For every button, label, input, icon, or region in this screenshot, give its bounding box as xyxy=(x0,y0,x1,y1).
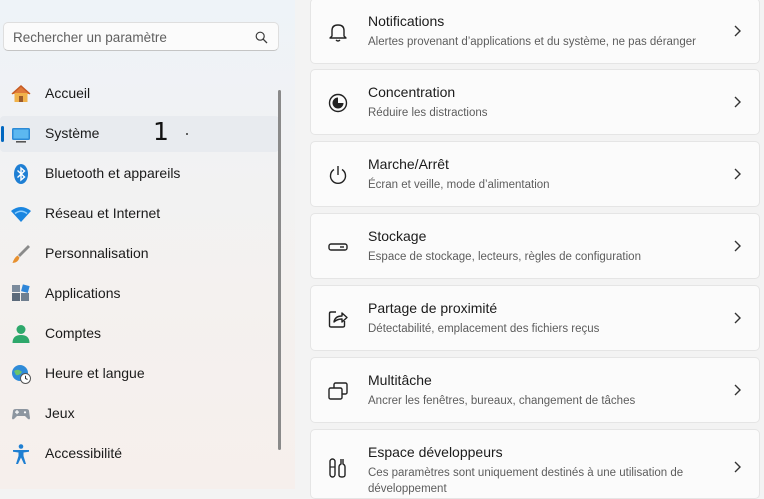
sidebar-item-label: Réseau et Internet xyxy=(45,205,161,221)
sidebar-item-personnalisation[interactable]: Personnalisation xyxy=(0,236,279,272)
card-subtitle: Espace de stockage, lecteurs, règles de … xyxy=(368,251,641,263)
brush-icon xyxy=(12,245,30,263)
sidebar: Rechercher un paramètre Accueil Système … xyxy=(0,0,295,489)
sidebar-item-label: Personnalisation xyxy=(45,245,149,261)
chevron-right-icon[interactable] xyxy=(732,239,742,253)
chevron-right-icon[interactable] xyxy=(732,95,742,109)
sidebar-item-heure-langue[interactable]: Heure et langue xyxy=(0,356,279,392)
card-subtitle: Ancrer les fenêtres, bureaux, changement… xyxy=(368,395,636,407)
chevron-right-icon[interactable] xyxy=(732,24,742,38)
power-icon xyxy=(329,166,347,184)
accessibility-icon xyxy=(13,444,29,464)
gamepad-icon xyxy=(12,409,30,420)
sidebar-item-applications[interactable]: Applications xyxy=(0,276,279,312)
sidebar-item-label: Accueil xyxy=(45,85,91,101)
multitask-icon xyxy=(328,382,348,400)
sidebar-item-systeme[interactable]: Système xyxy=(0,116,279,152)
annotation-marker-1: 1 xyxy=(153,117,169,146)
focus-icon xyxy=(328,93,348,113)
card-subtitle: Alertes provenant d’applications et du s… xyxy=(368,36,696,48)
bell-icon xyxy=(329,24,347,42)
card-title: Marche/Arrêt xyxy=(368,156,449,172)
sidebar-item-label: Accessibilité xyxy=(45,445,123,461)
chevron-right-icon[interactable] xyxy=(732,383,742,397)
card-title: Notifications xyxy=(368,13,445,29)
card-notifications[interactable]: Notifications Alertes provenant d’applic… xyxy=(310,0,760,64)
card-stockage[interactable]: Stockage Espace de stockage, lecteurs, r… xyxy=(310,213,760,279)
globe-clock-icon xyxy=(12,365,31,384)
sidebar-item-bluetooth[interactable]: Bluetooth et appareils xyxy=(0,156,279,192)
chevron-right-icon[interactable] xyxy=(732,460,742,474)
monitor-icon xyxy=(12,128,30,143)
chevron-right-icon[interactable] xyxy=(732,167,742,181)
search-icon[interactable] xyxy=(255,31,268,44)
home-icon xyxy=(11,84,31,102)
card-title: Stockage xyxy=(368,228,427,244)
sidebar-item-comptes[interactable]: Comptes xyxy=(0,316,279,352)
card-multitache[interactable]: Multitâche Ancrer les fenêtres, bureaux,… xyxy=(310,357,760,423)
developer-icon xyxy=(329,458,346,478)
sidebar-item-reseau[interactable]: Réseau et Internet xyxy=(0,196,279,232)
storage-icon xyxy=(328,243,348,251)
sidebar-item-label: Jeux xyxy=(45,405,75,421)
card-subtitle: Écran et veille, mode d’alimentation xyxy=(368,179,550,191)
search-input[interactable]: Rechercher un paramètre xyxy=(13,30,167,45)
apps-icon xyxy=(12,284,30,301)
card-concentration[interactable]: Concentration Réduire les distractions xyxy=(310,69,760,135)
selection-indicator xyxy=(1,126,4,142)
search-box[interactable]: Rechercher un paramètre xyxy=(3,22,279,51)
card-title: Partage de proximité xyxy=(368,300,498,316)
sidebar-item-label: Bluetooth et appareils xyxy=(45,165,181,181)
sidebar-scrollbar[interactable] xyxy=(278,90,281,450)
share-icon xyxy=(328,311,348,328)
bluetooth-icon xyxy=(14,164,28,184)
card-subtitle: Ces paramètres sont uniquement destinés … xyxy=(368,467,684,495)
chevron-right-icon[interactable] xyxy=(732,311,742,325)
sidebar-item-accueil[interactable]: Accueil xyxy=(0,76,279,112)
card-partage-proximite[interactable]: Partage de proximité Détectabilité, empl… xyxy=(310,285,760,351)
sidebar-item-label: Système xyxy=(45,125,100,141)
sidebar-item-label: Comptes xyxy=(45,325,102,341)
sidebar-item-accessibilite[interactable]: Accessibilité xyxy=(0,436,279,472)
card-subtitle: Détectabilité, emplacement des fichiers … xyxy=(368,323,600,335)
card-marche-arret[interactable]: Marche/Arrêt Écran et veille, mode d’ali… xyxy=(310,141,760,207)
wifi-icon xyxy=(11,207,31,222)
sidebar-item-label: Heure et langue xyxy=(45,365,145,381)
card-title: Multitâche xyxy=(368,372,432,388)
annotation-dot xyxy=(186,133,188,135)
card-title: Concentration xyxy=(368,84,456,100)
card-subtitle: Réduire les distractions xyxy=(368,107,488,119)
person-icon xyxy=(12,325,30,343)
sidebar-item-label: Applications xyxy=(45,285,121,301)
sidebar-item-jeux[interactable]: Jeux xyxy=(0,396,279,432)
card-title: Espace développeurs xyxy=(368,444,503,460)
